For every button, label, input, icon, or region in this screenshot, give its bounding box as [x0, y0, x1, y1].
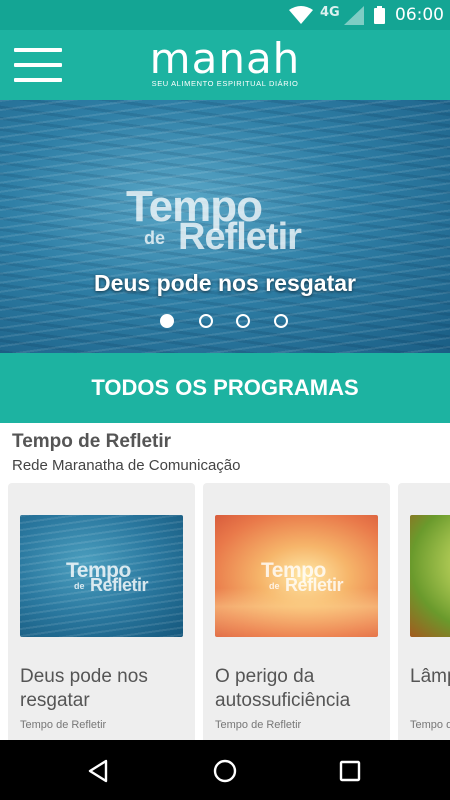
app-logo: manah SEU ALIMENTO ESPIRITUAL DIÁRIO — [140, 38, 310, 90]
carousel-indicator — [160, 314, 300, 330]
thumb-logo-line3: Refletir — [285, 575, 344, 595]
carousel-dot-1[interactable] — [160, 314, 174, 328]
hero-banner[interactable]: Tempo de Refletir Deus pode nos resgatar — [0, 100, 450, 353]
carousel-dot-3[interactable] — [236, 314, 250, 328]
carousel-dot-4[interactable] — [274, 314, 288, 328]
episode-source: Tempo de — [410, 719, 450, 731]
episode-title: Lâmp — [410, 666, 450, 687]
battery-icon — [374, 6, 385, 24]
wifi-icon — [289, 6, 313, 24]
episode-source: Tempo de Refletir — [20, 719, 107, 731]
system-navigation-bar — [0, 740, 450, 800]
signal-icon — [344, 6, 364, 25]
all-programs-button[interactable]: TODOS OS PROGRAMAS — [0, 353, 450, 423]
thumb-logo-line2: de — [269, 581, 280, 591]
status-bar: 4G 06:00 — [0, 0, 450, 30]
episode-thumbnail — [410, 515, 450, 637]
episode-thumbnail: Tempo de Refletir — [20, 515, 183, 637]
network-type-label: 4G — [320, 5, 340, 20]
hamburger-menu-icon[interactable] — [14, 48, 62, 82]
logo-tagline: SEU ALIMENTO ESPIRITUAL DIÁRIO — [151, 79, 299, 88]
section-subtitle: Rede Maranatha de Comunicação — [12, 457, 241, 474]
hero-logo-line3: Refletir — [178, 216, 302, 258]
back-icon[interactable] — [86, 758, 112, 784]
episode-title: Deus pode nos resgatar — [20, 666, 148, 711]
episode-title: O perigo da autossuficiência — [215, 666, 351, 711]
recents-icon[interactable] — [337, 758, 363, 784]
episode-card[interactable]: Tempo de Refletir O perigo da autossufic… — [203, 483, 390, 740]
episode-card[interactable]: Tempo de Refletir Deus pode nos resgatar… — [8, 483, 195, 740]
logo-wordmark: manah — [149, 34, 301, 83]
episode-card[interactable]: Lâmp Tempo de — [398, 483, 450, 740]
hero-title: Deus pode nos resgatar — [93, 270, 357, 296]
thumb-logo-line2: de — [74, 581, 85, 591]
clock: 06:00 — [395, 5, 444, 25]
thumb-logo-line3: Refletir — [90, 575, 149, 595]
hero-program-logo: Tempo de Refletir — [126, 182, 336, 262]
hero-logo-line2: de — [144, 228, 166, 248]
app-bar: manah SEU ALIMENTO ESPIRITUAL DIÁRIO — [0, 30, 450, 100]
program-cards-carousel[interactable]: Tempo de Refletir Deus pode nos resgatar… — [0, 483, 450, 740]
episode-source: Tempo de Refletir — [215, 719, 302, 731]
section-title: Tempo de Refletir — [12, 431, 172, 452]
carousel-dot-2[interactable] — [199, 314, 213, 328]
home-icon[interactable] — [212, 758, 238, 784]
episode-thumbnail: Tempo de Refletir — [215, 515, 378, 637]
